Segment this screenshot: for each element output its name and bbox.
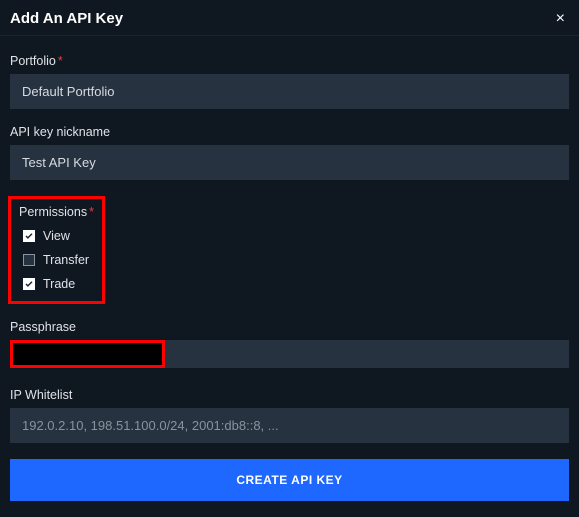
whitelist-field: IP Whitelist xyxy=(10,388,569,443)
whitelist-label: IP Whitelist xyxy=(10,388,569,402)
nickname-label: API key nickname xyxy=(10,125,569,139)
permission-trade-row: Trade xyxy=(23,277,94,291)
portfolio-input[interactable] xyxy=(10,74,569,109)
modal-header: Add An API Key × xyxy=(0,0,579,36)
portfolio-label: Portfolio* xyxy=(10,54,569,68)
add-api-key-modal: Add An API Key × Portfolio* API key nick… xyxy=(0,0,579,517)
nickname-input[interactable] xyxy=(10,145,569,180)
portfolio-field: Portfolio* xyxy=(10,54,569,109)
permissions-highlight: Permissions* View Transfer Trade xyxy=(8,196,105,304)
nickname-field: API key nickname xyxy=(10,125,569,180)
permissions-label-text: Permissions xyxy=(19,205,87,219)
passphrase-input-rest[interactable] xyxy=(165,340,569,368)
close-icon[interactable]: × xyxy=(556,11,565,27)
passphrase-label: Passphrase xyxy=(10,320,569,334)
modal-body: Portfolio* API key nickname Permissions*… xyxy=(0,36,579,511)
transfer-checkbox[interactable] xyxy=(23,254,35,266)
view-checkbox-label: View xyxy=(43,229,70,243)
transfer-checkbox-label: Transfer xyxy=(43,253,89,267)
passphrase-field: Passphrase xyxy=(10,320,569,368)
check-icon xyxy=(25,233,33,239)
required-asterisk: * xyxy=(89,205,94,219)
check-icon xyxy=(25,281,33,287)
portfolio-label-text: Portfolio xyxy=(10,54,56,68)
view-checkbox[interactable] xyxy=(23,230,35,242)
permission-transfer-row: Transfer xyxy=(23,253,94,267)
trade-checkbox-label: Trade xyxy=(43,277,75,291)
permissions-label: Permissions* xyxy=(19,205,94,219)
create-api-key-button[interactable]: CREATE API KEY xyxy=(10,459,569,501)
modal-title: Add An API Key xyxy=(10,10,123,27)
trade-checkbox[interactable] xyxy=(23,278,35,290)
permission-view-row: View xyxy=(23,229,94,243)
required-asterisk: * xyxy=(58,54,63,68)
passphrase-highlight[interactable] xyxy=(10,340,165,368)
passphrase-row xyxy=(10,340,569,368)
whitelist-input[interactable] xyxy=(10,408,569,443)
